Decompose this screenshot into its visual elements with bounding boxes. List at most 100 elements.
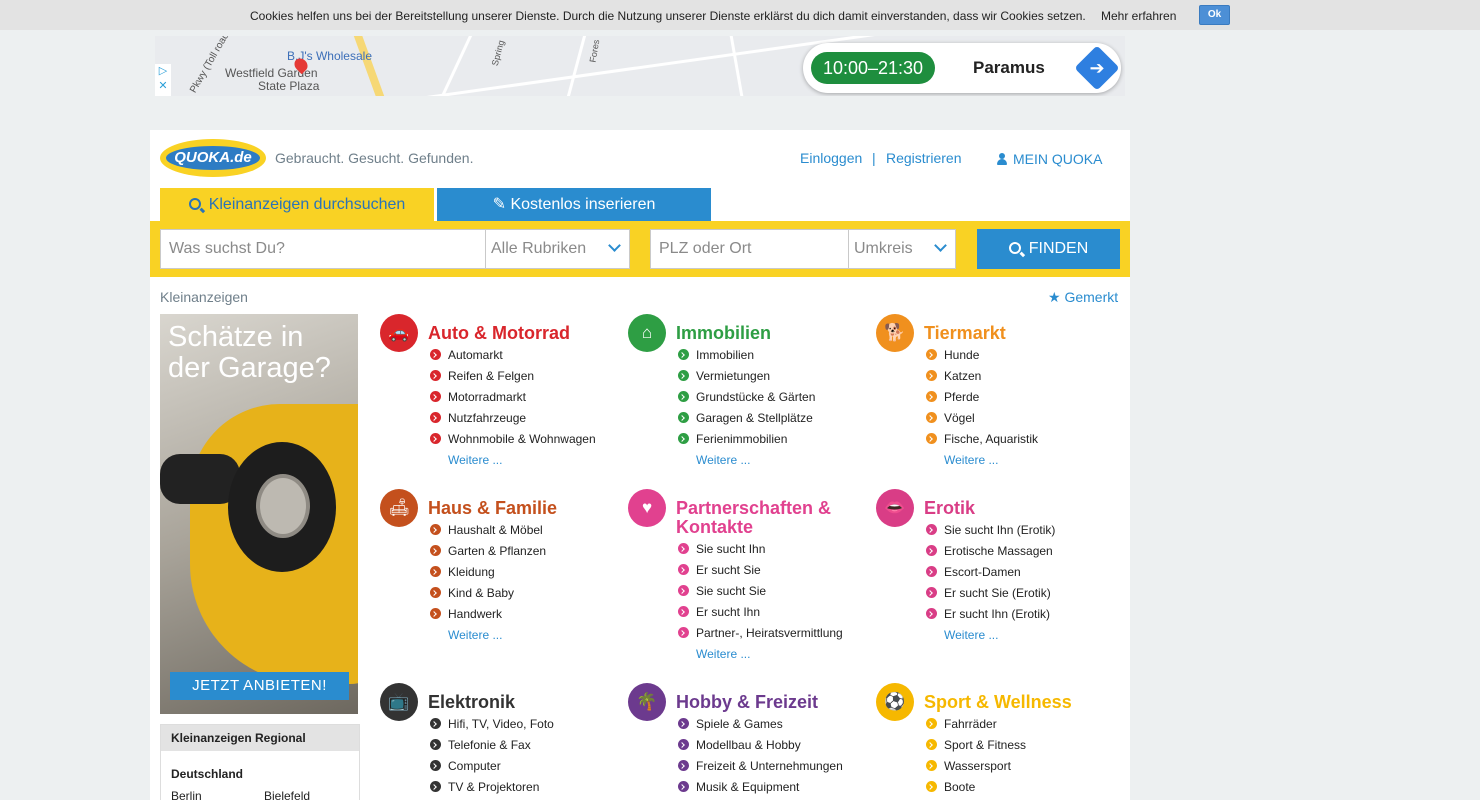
category-item[interactable]: Grundstücke & Gärten [678,389,815,410]
ad-choices-icon[interactable]: ▷ ✕ [155,64,171,96]
store-card[interactable]: 10:00–21:30 Paramus ➔ [803,43,1121,93]
category-item[interactable]: Hunde [926,347,1038,368]
category-item[interactable]: Escort-Damen [926,564,1055,585]
category-item[interactable]: Wassersport [926,758,1026,779]
category-item-label: Partner-, Heiratsvermittlung [696,626,843,640]
quoka-logo[interactable]: QUOKA.de [160,139,266,177]
location-input[interactable]: PLZ oder Ort [650,229,849,269]
category-item-label: Sport & Fitness [944,738,1027,752]
category-item[interactable]: Handwerk [430,606,546,627]
category-item[interactable]: Pferde [926,389,1038,410]
car-icon-glyph: 🚗 [388,323,410,342]
login-link[interactable]: Einloggen [800,150,862,166]
category-item-label: Escort-Damen [944,565,1021,579]
category-item[interactable]: Ferienimmobilien [678,431,815,452]
sport-icon[interactable]: ⚽ [876,683,914,721]
category-item[interactable]: Telefonie & Fax [430,737,554,758]
regional-country[interactable]: Deutschland [171,767,243,781]
category-title[interactable]: Auto & Motorrad [428,324,618,343]
category-item[interactable]: Sie sucht Ihn [678,541,843,562]
directions-icon[interactable]: ➔ [1074,45,1120,91]
category-item[interactable]: Vermietungen [678,368,815,389]
banner-cta-button[interactable]: JETZT ANBIETEN! [170,672,349,700]
sofa-icon[interactable]: 🛋 [380,489,418,527]
register-link[interactable]: Registrieren [886,150,961,166]
find-button[interactable]: FINDEN [977,229,1120,269]
category-title[interactable]: Elektronik [428,693,618,712]
car-icon[interactable]: 🚗 [380,314,418,352]
category-item[interactable]: Wohnmobile & Wohnwagen [430,431,596,452]
category-title[interactable]: Tiermarkt [924,324,1114,343]
category-item[interactable]: Motorradmarkt [430,389,596,410]
category-item[interactable]: Freizeit & Unternehmungen [678,758,843,779]
category-item[interactable]: Boote [926,779,1026,800]
more-link[interactable]: Weitere ... [944,628,998,642]
category-item[interactable]: Garagen & Stellplätze [678,410,815,431]
dog-icon[interactable]: 🐕 [876,314,914,352]
cookie-more-link[interactable]: Mehr erfahren [1101,9,1176,23]
more-link[interactable]: Weitere ... [696,647,750,661]
radius-select[interactable]: Umkreis [848,229,956,269]
category-item[interactable]: Katzen [926,368,1038,389]
category-title[interactable]: Immobilien [676,324,866,343]
category-item[interactable]: Kind & Baby [430,585,546,606]
category-item[interactable]: Vögel [926,410,1038,431]
category-item[interactable]: Er sucht Ihn (Erotik) [926,606,1055,627]
category-item[interactable]: Fische, Aquaristik [926,431,1038,452]
more-link[interactable]: Weitere ... [448,453,502,467]
regional-city[interactable]: Berlin [171,789,202,800]
category-title[interactable]: Partnerschaften & Kontakte [676,499,866,537]
category-item[interactable]: Sie sucht Sie [678,583,843,604]
category-item[interactable]: Garten & Pflanzen [430,543,546,564]
category-item-label: Sie sucht Ihn [696,542,766,556]
house-icon[interactable]: ⌂ [628,314,666,352]
category-item[interactable]: Nutzfahrzeuge [430,410,596,431]
category-item[interactable]: Partner-, Heiratsvermittlung [678,625,843,646]
category-item[interactable]: Sport & Fitness [926,737,1026,758]
regional-city[interactable]: Bielefeld [264,789,310,800]
category-item[interactable]: Immobilien [678,347,815,368]
category-item[interactable]: Computer [430,758,554,779]
category-item[interactable]: Kleidung [430,564,546,585]
tab-search[interactable]: Kleinanzeigen durchsuchen [160,188,434,222]
category-item[interactable]: Spiele & Games [678,716,843,737]
category-item[interactable]: Modellbau & Hobby [678,737,843,758]
category-item-label: Katzen [944,369,982,383]
category-item[interactable]: Haushalt & Möbel [430,522,546,543]
category-item[interactable]: Er sucht Sie [678,562,843,583]
category-item[interactable]: Er sucht Ihn [678,604,843,625]
category-item[interactable]: Hifi, TV, Video, Foto [430,716,554,737]
tv-icon[interactable]: 📺 [380,683,418,721]
category-item[interactable]: Er sucht Sie (Erotik) [926,585,1055,606]
ad-banner[interactable]: Schätze in der Garage? JETZT ANBIETEN! [160,314,358,714]
more-link[interactable]: Weitere ... [696,453,750,467]
breadcrumb[interactable]: Kleinanzeigen [160,289,248,305]
category-select-value: Alle Rubriken [491,240,587,257]
category-item[interactable]: Automarkt [430,347,596,368]
category-item-label: Ferienimmobilien [696,432,788,446]
category-select[interactable]: Alle Rubriken [485,229,630,269]
bookmarked-link[interactable]: ★ Gemerkt [1048,289,1118,306]
category-title[interactable]: Sport & Wellness [924,693,1114,712]
tab-post[interactable]: ✎ Kostenlos inserieren [437,188,711,222]
lips-icon[interactable]: 👄 [876,489,914,527]
category-title[interactable]: Hobby & Freizeit [676,693,866,712]
category-item[interactable]: Reifen & Felgen [430,368,596,389]
search-input[interactable]: Was suchst Du? [160,229,486,269]
map-label: Spring [489,39,507,67]
map-advertisement[interactable]: B.J's Wholesale Westfield Garden State P… [155,36,1125,96]
palm-icon[interactable]: 🌴 [628,683,666,721]
hearts-icon[interactable]: ♥ [628,489,666,527]
more-link[interactable]: Weitere ... [944,453,998,467]
category-item[interactable]: Musik & Equipment [678,779,843,800]
category-title[interactable]: Haus & Familie [428,499,618,518]
my-quoka-link[interactable]: MEIN QUOKA [997,151,1102,167]
category-title[interactable]: Erotik [924,499,1114,518]
more-link[interactable]: Weitere ... [448,628,502,642]
category-item[interactable]: Sie sucht Ihn (Erotik) [926,522,1055,543]
category-item[interactable]: Erotische Massagen [926,543,1055,564]
category-item[interactable]: TV & Projektoren [430,779,554,800]
category-item[interactable]: Fahrräder [926,716,1026,737]
category-list: Spiele & Games Modellbau & Hobby Freizeit … [678,716,843,800]
cookie-ok-button[interactable]: Ok [1199,5,1230,25]
